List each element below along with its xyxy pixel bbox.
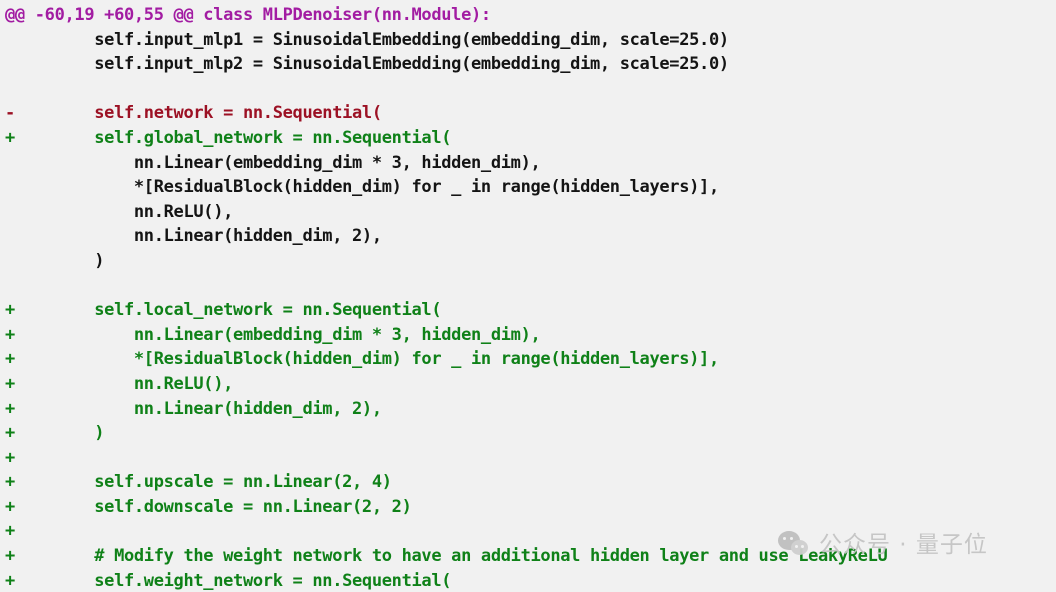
diff-viewer: @@ -60,19 +60,55 @@ class MLPDenoiser(nn… xyxy=(0,0,1056,592)
diff-line-context: ) xyxy=(5,250,105,271)
diff-line-context: nn.Linear(embedding_dim * 3, hidden_dim)… xyxy=(5,152,541,173)
diff-line-context xyxy=(5,274,1056,299)
diff-line-context: nn.Linear(hidden_dim, 2), xyxy=(5,226,382,247)
diff-line-add: + nn.Linear(embedding_dim * 3, hidden_di… xyxy=(5,324,541,345)
diff-line-list: @@ -60,19 +60,55 @@ class MLPDenoiser(nn… xyxy=(5,3,1056,592)
diff-line-add: + self.upscale = nn.Linear(2, 4) xyxy=(5,472,392,493)
diff-line-context xyxy=(5,77,1056,102)
diff-line-add: + nn.ReLU(), xyxy=(5,373,234,394)
diff-line-add: + xyxy=(5,521,15,542)
diff-line-add: + # Modify the weight network to have an… xyxy=(5,546,888,567)
diff-line-add: + self.downscale = nn.Linear(2, 2) xyxy=(5,496,412,517)
diff-line-add: + nn.Linear(hidden_dim, 2), xyxy=(5,398,382,419)
diff-line-delete: - self.network = nn.Sequential( xyxy=(5,103,382,124)
diff-line-context: self.input_mlp1 = SinusoidalEmbedding(em… xyxy=(5,29,729,50)
diff-line-add: + ) xyxy=(5,423,105,444)
diff-line-add: + self.local_network = nn.Sequential( xyxy=(5,300,442,321)
diff-line-add: + self.weight_network = nn.Sequential( xyxy=(5,570,452,591)
diff-line-hunk: @@ -60,19 +60,55 @@ class MLPDenoiser(nn… xyxy=(5,5,491,25)
diff-line-add: + *[ResidualBlock(hidden_dim) for _ in r… xyxy=(5,349,719,370)
diff-line-context: self.input_mlp2 = SinusoidalEmbedding(em… xyxy=(5,54,729,75)
diff-line-context: nn.ReLU(), xyxy=(5,201,234,222)
diff-line-add: + self.global_network = nn.Sequential( xyxy=(5,127,452,148)
diff-line-context: *[ResidualBlock(hidden_dim) for _ in ran… xyxy=(5,177,719,198)
diff-line-add: + xyxy=(5,447,15,468)
